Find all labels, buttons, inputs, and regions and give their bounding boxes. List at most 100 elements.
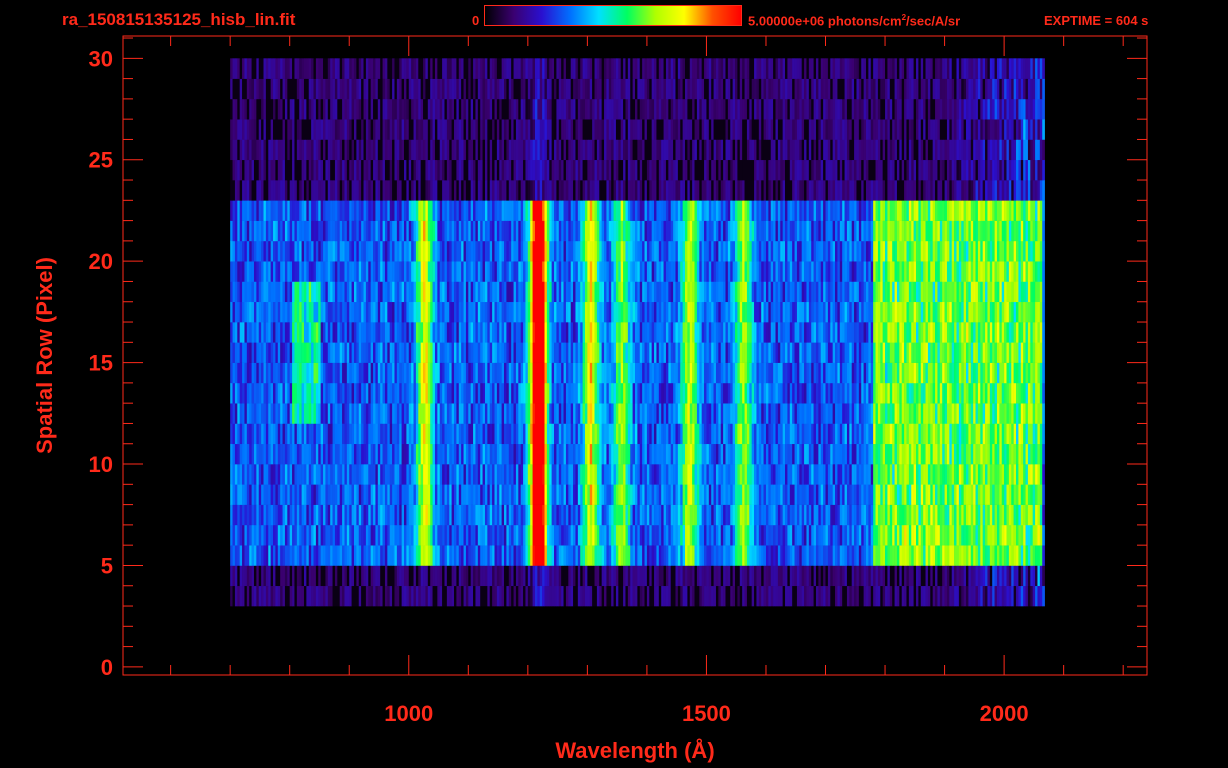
heatmap-cell bbox=[504, 423, 507, 445]
heatmap-cell bbox=[365, 382, 369, 404]
heatmap-cell bbox=[982, 382, 986, 404]
heatmap-cell bbox=[437, 484, 441, 505]
heatmap-cell bbox=[789, 565, 793, 587]
heatmap-cell bbox=[427, 403, 431, 424]
heatmap-cell bbox=[811, 545, 814, 566]
heatmap-cell bbox=[899, 585, 903, 607]
heatmap-cell bbox=[954, 504, 957, 526]
heatmap-cell bbox=[406, 382, 410, 404]
heatmap-cell bbox=[730, 322, 733, 343]
heatmap-cell bbox=[318, 382, 321, 404]
heatmap-cell bbox=[739, 403, 743, 424]
heatmap-cell bbox=[765, 484, 769, 505]
heatmap-cell bbox=[911, 504, 914, 526]
heatmap-cell bbox=[706, 443, 710, 465]
heatmap-cell bbox=[604, 585, 607, 607]
heatmap-cell bbox=[673, 464, 676, 485]
heatmap-cell bbox=[725, 443, 729, 465]
heatmap-cell bbox=[708, 342, 712, 363]
heatmap-cell bbox=[570, 403, 574, 424]
heatmap-cell bbox=[454, 403, 457, 424]
heatmap-cell bbox=[951, 382, 955, 404]
heatmap-cell bbox=[689, 423, 693, 445]
heatmap-cell bbox=[558, 423, 562, 445]
heatmap-cell bbox=[504, 443, 507, 465]
heatmap-cell bbox=[999, 504, 1003, 526]
heatmap-cell bbox=[399, 403, 402, 424]
heatmap-cell bbox=[904, 382, 907, 404]
heatmap-cell bbox=[375, 423, 379, 445]
heatmap-cell bbox=[504, 504, 507, 526]
heatmap-cell bbox=[642, 565, 645, 587]
heatmap-cell bbox=[232, 545, 236, 566]
heatmap-cell bbox=[365, 342, 369, 363]
heatmap-cell bbox=[970, 545, 974, 566]
heatmap-cell bbox=[696, 342, 700, 363]
heatmap-cell bbox=[1016, 484, 1019, 505]
heatmap-cell bbox=[908, 362, 912, 384]
heatmap-cell bbox=[792, 382, 795, 404]
heatmap-cell bbox=[954, 524, 957, 546]
heatmap-cell bbox=[515, 443, 519, 465]
heatmap-cell bbox=[765, 322, 769, 343]
heatmap-cell bbox=[658, 403, 662, 424]
heatmap-cell bbox=[815, 322, 819, 343]
heatmap-cell bbox=[835, 342, 838, 363]
heatmap-cell bbox=[401, 484, 405, 505]
heatmap-cell bbox=[294, 423, 298, 445]
heatmap-cell bbox=[875, 484, 879, 505]
heatmap-cell bbox=[911, 484, 914, 505]
heatmap-cell bbox=[863, 524, 867, 546]
heatmap-cell bbox=[642, 403, 645, 424]
heatmap-cell bbox=[966, 464, 969, 485]
heatmap-cell bbox=[470, 423, 474, 445]
heatmap-cell bbox=[1025, 545, 1029, 566]
heatmap-cell bbox=[818, 403, 822, 424]
heatmap-cell bbox=[746, 403, 750, 424]
heatmap-cell bbox=[801, 565, 805, 587]
heatmap-cell bbox=[444, 484, 448, 505]
heatmap-cell bbox=[251, 301, 255, 323]
heatmap-cell bbox=[806, 423, 810, 445]
heatmap-cell bbox=[1027, 484, 1031, 505]
heatmap-cell bbox=[699, 484, 702, 505]
heatmap-cell bbox=[504, 362, 507, 384]
heatmap-cell bbox=[458, 504, 462, 526]
heatmap-cell bbox=[546, 382, 550, 404]
heatmap-cell bbox=[763, 524, 767, 546]
heatmap-cell bbox=[980, 484, 983, 505]
heatmap-cell bbox=[604, 423, 607, 445]
heatmap-cell bbox=[582, 464, 586, 485]
heatmap-cell bbox=[258, 585, 262, 607]
heatmap-cell bbox=[751, 342, 755, 363]
heatmap-cell bbox=[334, 403, 338, 424]
heatmap-cell bbox=[654, 301, 657, 323]
heatmap-cell bbox=[306, 423, 310, 445]
heatmap-cell bbox=[763, 403, 767, 424]
heatmap-cell bbox=[408, 382, 412, 404]
heatmap-cell bbox=[680, 443, 683, 465]
heatmap-cell bbox=[289, 423, 293, 445]
heatmap-cell bbox=[670, 423, 674, 445]
heatmap-cell bbox=[461, 565, 464, 587]
heatmap-cell bbox=[1001, 423, 1005, 445]
heatmap-cell bbox=[320, 342, 324, 363]
heatmap-cell bbox=[373, 585, 376, 607]
heatmap-cell bbox=[504, 585, 507, 607]
heatmap-cell bbox=[606, 464, 610, 485]
heatmap-cell bbox=[625, 464, 629, 485]
heatmap-cell bbox=[708, 484, 712, 505]
heatmap-cell bbox=[637, 464, 641, 485]
heatmap-cell bbox=[473, 423, 476, 445]
heatmap-cell bbox=[918, 504, 922, 526]
heatmap-cell bbox=[706, 382, 710, 404]
heatmap-cell bbox=[542, 484, 545, 505]
heatmap-cell bbox=[589, 484, 593, 505]
heatmap-cell bbox=[253, 545, 257, 566]
heatmap-cell bbox=[963, 585, 967, 607]
heatmap-cell bbox=[253, 565, 257, 587]
heatmap-cell bbox=[458, 403, 462, 424]
heatmap-cell bbox=[394, 545, 398, 566]
heatmap-cell bbox=[234, 382, 238, 404]
heatmap-cell bbox=[999, 585, 1003, 607]
